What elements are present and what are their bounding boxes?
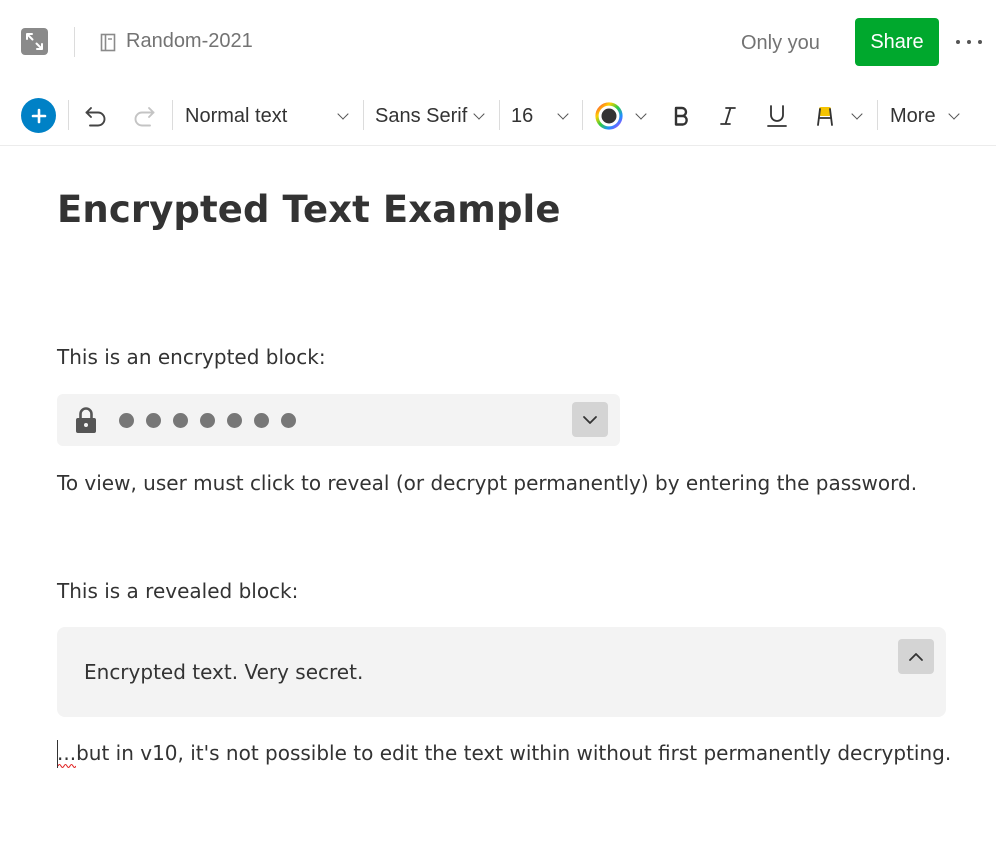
chevron-down-icon [851,108,863,120]
font-size-dropdown[interactable]: 16 [511,98,571,134]
chevron-down-icon [473,108,485,120]
divider [877,100,878,130]
divider [68,100,69,130]
sharing-status[interactable]: Only you [741,32,820,55]
undo-button[interactable] [83,98,109,134]
masked-text [119,413,296,428]
chevron-down-icon [337,108,349,120]
block-style-value: Normal text [185,104,288,127]
bold-icon [674,106,688,126]
encrypted-intro-text[interactable]: This is an encrypted block: [57,345,326,369]
highlight-dropdown[interactable] [813,98,865,134]
more-label: More [890,104,936,127]
revealed-block[interactable]: Encrypted text. Very secret. [57,627,946,717]
divider [363,100,364,130]
lock-icon [76,407,96,433]
plus-icon [31,108,46,123]
chevron-down-icon [583,415,597,424]
view-instruction-text[interactable]: To view, user must click to reveal (or d… [57,471,917,495]
expand-icon [26,33,43,50]
more-options-button[interactable] [956,30,982,54]
chevron-down-icon [557,108,569,120]
underline-button[interactable] [764,98,790,134]
divider [582,100,583,130]
underline-icon [767,105,787,127]
color-wheel-icon [595,102,623,130]
undo-icon [85,107,106,127]
encrypted-block[interactable] [57,394,620,446]
revealed-block-text: Encrypted text. Very secret. [84,660,364,684]
dot-icon [956,40,960,44]
dot-icon [978,40,982,44]
chevron-down-icon [948,108,960,120]
mask-dot [146,413,161,428]
font-size-value: 16 [511,104,534,127]
collapse-block-button[interactable] [898,639,934,674]
expand-button[interactable] [21,28,48,55]
insert-button[interactable] [21,98,56,133]
mask-dot [254,413,269,428]
divider [499,100,500,130]
block-style-dropdown[interactable]: Normal text [185,98,351,134]
spellcheck-underline [58,764,76,768]
revealed-intro-text[interactable]: This is a revealed block: [57,579,298,603]
mask-dot [227,413,242,428]
final-note-text[interactable]: ...but in v10, it's not possible to edit… [57,741,951,765]
more-dropdown[interactable]: More [890,98,962,134]
redo-button[interactable] [131,98,157,134]
note-icon [100,33,116,52]
mask-dot [200,413,215,428]
divider [172,100,173,130]
redo-icon [134,107,155,127]
italic-button[interactable] [716,98,740,134]
italic-icon [720,107,736,125]
font-family-value: Sans Serif [375,104,468,127]
divider [74,27,75,57]
top-bar: Random-2021 Only you Share [0,0,996,84]
dot-icon [967,40,971,44]
mask-dot [173,413,188,428]
document-title[interactable]: Encrypted Text Example [57,188,561,231]
mask-dot [281,413,296,428]
note-title[interactable]: Random-2021 [126,30,253,53]
expand-block-button[interactable] [572,402,608,437]
chevron-down-icon [635,108,647,120]
chevron-up-icon [909,652,923,661]
highlighter-icon [817,107,833,126]
formatting-toolbar: Normal text Sans Serif 16 More [0,88,996,146]
mask-dot [119,413,134,428]
bold-button[interactable] [669,98,693,134]
share-button[interactable]: Share [855,18,939,66]
font-family-dropdown[interactable]: Sans Serif [375,98,487,134]
text-color-dropdown[interactable] [595,98,649,134]
